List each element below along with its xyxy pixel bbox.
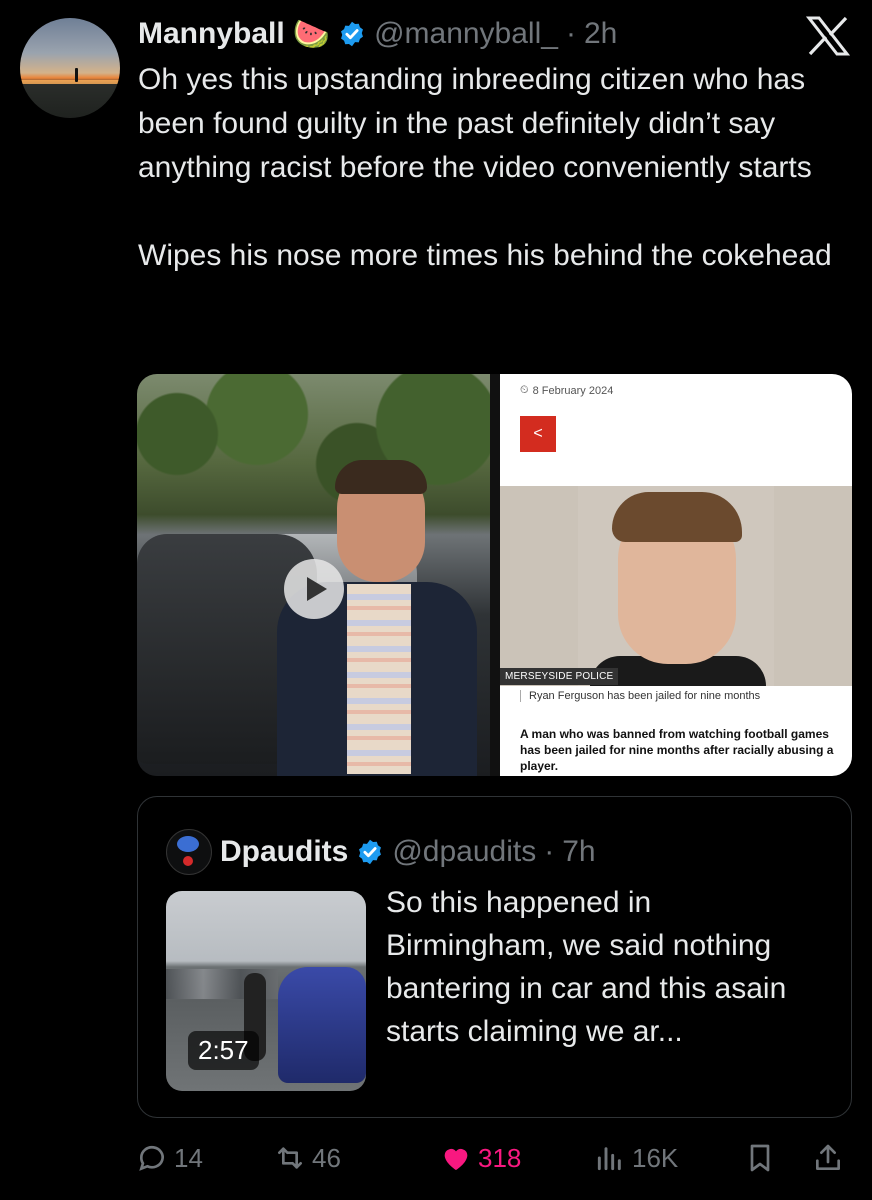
bookmark-icon bbox=[750, 1144, 770, 1172]
quoted-tweet-text: So this happened in Birmingham, we said … bbox=[386, 886, 787, 1048]
man-striped-shirt bbox=[347, 584, 411, 774]
quoted-author-avatar[interactable] bbox=[166, 829, 212, 875]
video-duration: 2:57 bbox=[188, 1031, 259, 1070]
author-name[interactable]: Mannyball bbox=[138, 17, 285, 51]
bookmark-button[interactable] bbox=[744, 1136, 776, 1180]
video-thumbnail[interactable] bbox=[137, 374, 490, 776]
like-button[interactable]: 318 bbox=[440, 1136, 521, 1180]
repost-button[interactable]: 46 bbox=[274, 1136, 341, 1180]
author-avatar[interactable] bbox=[20, 18, 120, 118]
separator-dot: · bbox=[565, 17, 576, 50]
action-bar: 14 46 318 16K bbox=[136, 1136, 851, 1180]
reply-button[interactable]: 14 bbox=[136, 1136, 203, 1180]
reply-icon bbox=[139, 1145, 164, 1171]
x-logo-icon bbox=[806, 16, 850, 56]
avatar-silhouette bbox=[75, 68, 78, 82]
article-date: ⏲ 8 February 2024 bbox=[520, 384, 613, 397]
reply-count: 14 bbox=[174, 1142, 203, 1173]
tweet-body: Oh yes this upstanding inbreeding citize… bbox=[138, 58, 848, 278]
play-icon[interactable] bbox=[284, 559, 344, 619]
watermelon-emoji: 🍉 bbox=[292, 17, 331, 51]
quoted-author-handle[interactable]: @dpaudits bbox=[392, 835, 536, 869]
author-handle[interactable]: @mannyball_ bbox=[374, 17, 558, 51]
tweet-text-paragraph-1: Oh yes this upstanding inbreeding citize… bbox=[138, 63, 812, 184]
timestamp[interactable]: 2h bbox=[584, 17, 617, 51]
article-summary: A man who was banned from watching footb… bbox=[520, 727, 834, 773]
avatar-sunset bbox=[20, 80, 120, 84]
clock-icon: ⏲ bbox=[520, 384, 529, 396]
man-hair bbox=[335, 460, 427, 494]
article-date-text: 8 February 2024 bbox=[532, 384, 614, 397]
photo-credit: MERSEYSIDE POLICE bbox=[500, 668, 619, 685]
views-button[interactable]: 16K bbox=[594, 1136, 678, 1180]
like-count: 318 bbox=[478, 1142, 522, 1173]
tweet-text-paragraph-2: Wipes his nose more times his behind the… bbox=[138, 239, 832, 272]
views-icon bbox=[597, 1147, 621, 1171]
repost-icon bbox=[278, 1147, 302, 1169]
views-count: 16K bbox=[632, 1142, 679, 1173]
share-button[interactable] bbox=[812, 1136, 844, 1180]
verified-badge-icon bbox=[341, 21, 364, 47]
share-up-icon bbox=[816, 1144, 840, 1170]
quoted-author-name[interactable]: Dpaudits bbox=[220, 835, 348, 869]
separator-dot: · bbox=[544, 835, 555, 868]
news-article-screenshot[interactable]: ⏲ 8 February 2024 < MERSEYSIDE POLICE Ry… bbox=[500, 374, 852, 776]
verified-badge-icon bbox=[359, 839, 382, 865]
repost-count: 46 bbox=[312, 1142, 341, 1173]
photo-caption: Ryan Ferguson has been jailed for nine m… bbox=[520, 690, 760, 702]
quoted-tweet-header: Dpaudits @dpaudits · 7h bbox=[166, 829, 596, 875]
mugshot-photo bbox=[500, 486, 852, 686]
tweet-media: ⏲ 8 February 2024 < MERSEYSIDE POLICE Ry… bbox=[137, 374, 852, 776]
quoted-video-thumbnail[interactable]: 2:57 bbox=[166, 891, 366, 1091]
quoted-timestamp[interactable]: 7h bbox=[562, 835, 595, 869]
mugshot-hair bbox=[612, 492, 742, 542]
tweet-header: Mannyball 🍉 @mannyball_ · 2h bbox=[138, 14, 617, 54]
blue-car bbox=[278, 967, 366, 1083]
share-icon: < bbox=[520, 416, 556, 452]
like-icon bbox=[444, 1148, 468, 1170]
quoted-tweet[interactable]: Dpaudits @dpaudits · 7h 2:57 So this hap… bbox=[137, 796, 852, 1118]
man-figure bbox=[277, 460, 477, 776]
